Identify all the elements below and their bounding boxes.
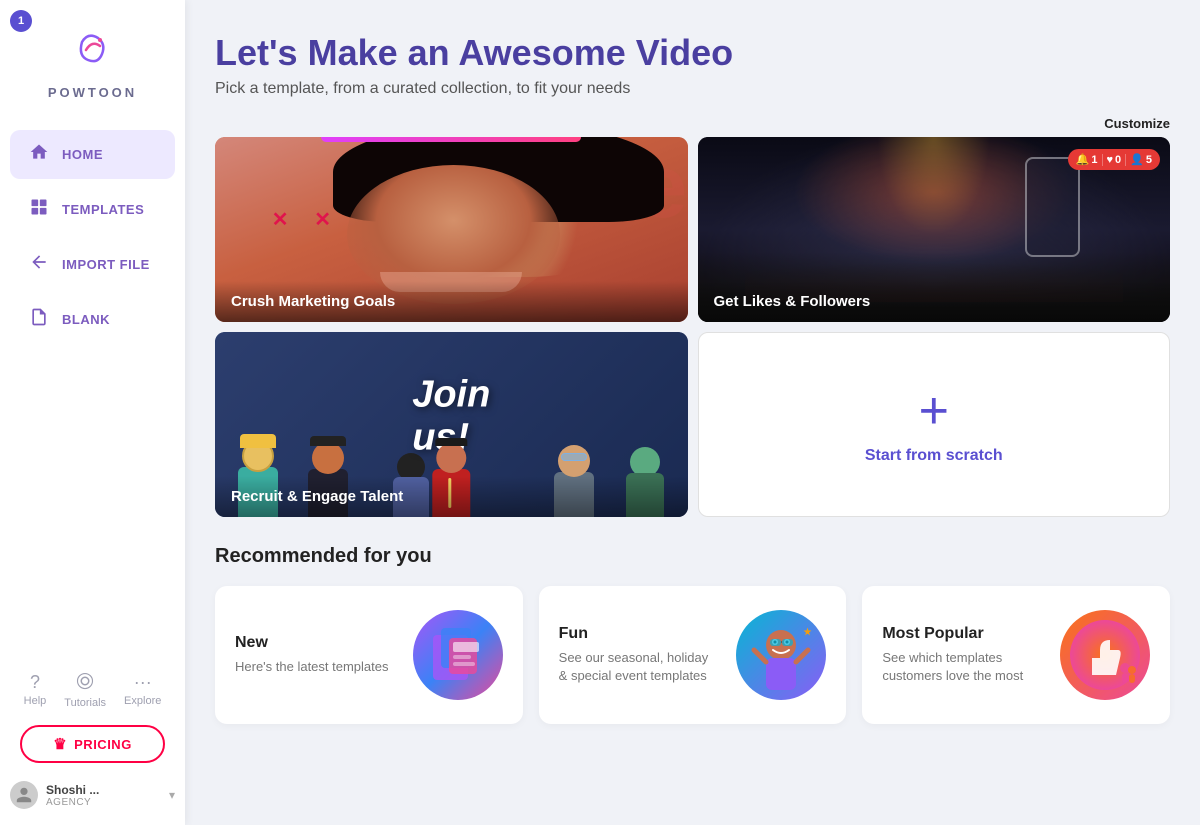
customize-link[interactable]: Customize (1104, 116, 1170, 131)
reaction-followers: 👤 5 (1130, 153, 1152, 166)
user-info: Shoshi ... AGENCY (46, 783, 161, 808)
recommended-title: Recommended for you (215, 545, 1170, 568)
chevron-down-icon: ▾ (169, 788, 175, 802)
rec-image-new (413, 610, 503, 700)
avatar (10, 781, 38, 809)
sidebar-item-import[interactable]: IMPORT FILE (10, 240, 175, 289)
customize-row: Customize (215, 116, 1170, 131)
template-card-likes[interactable]: 🔔 1 ♥ 0 👤 5 Get Likes & Followers (698, 137, 1171, 322)
recommended-grid: New Here's the latest templates Fun See (215, 586, 1170, 724)
help-label: Help (24, 695, 47, 707)
rec-card-popular[interactable]: Most Popular See which templates custome… (862, 586, 1170, 724)
explore-label: Explore (124, 695, 161, 707)
rec-desc-new: Here's the latest templates (235, 658, 397, 676)
notification-badge[interactable]: 1 (10, 10, 32, 32)
sidebar: POWTOON HOME TEMPLATES IMPORT FILE (0, 0, 185, 825)
rec-image-fun (736, 610, 826, 700)
sidebar-item-templates[interactable]: TEMPLATES (10, 185, 175, 234)
explore-icon: ··· (134, 672, 152, 693)
logo-icon (66, 22, 120, 81)
pricing-button[interactable]: ♛ PRICING (20, 725, 165, 763)
home-icon (28, 142, 50, 167)
rec-title-popular: Most Popular (882, 625, 1044, 643)
reaction-hearts: ♥ 0 (1107, 154, 1122, 166)
pricing-label: PRICING (74, 737, 132, 752)
help-row: ? Help Tutorials ··· Explore (24, 672, 162, 709)
main-content: Let's Make an Awesome Video Pick a templ… (185, 0, 1200, 825)
rec-image-popular (1060, 610, 1150, 700)
sidebar-item-home[interactable]: HOME (10, 130, 175, 179)
rec-title-fun: Fun (559, 625, 721, 643)
tutorials-icon (76, 672, 94, 695)
scratch-label: Start from scratch (865, 447, 1003, 465)
template-card-crush[interactable]: Sale ✕ ✕ Crush Marketing Goals (215, 137, 688, 322)
scratch-plus-icon: + (919, 385, 949, 437)
rec-content-new: New Here's the latest templates (235, 634, 397, 676)
card-likes-label: Get Likes & Followers (698, 281, 1171, 322)
rec-title-new: New (235, 634, 397, 652)
tutorials-label: Tutorials (64, 697, 106, 709)
page-subtitle: Pick a template, from a curated collecti… (215, 80, 1170, 98)
blank-icon (28, 307, 50, 332)
sidebar-item-blank[interactable]: BLANK (10, 295, 175, 344)
help-button[interactable]: ? Help (24, 672, 47, 707)
card-recruit-label: Recruit & Engage Talent (215, 476, 688, 517)
crown-icon: ♛ (53, 735, 67, 753)
help-icon: ? (30, 672, 40, 693)
templates-icon (28, 197, 50, 222)
page-title: Let's Make an Awesome Video (215, 32, 1170, 74)
logo-text: POWTOON (48, 85, 137, 100)
card-crush-label: Crush Marketing Goals (215, 281, 688, 322)
tutorials-button[interactable]: Tutorials (64, 672, 106, 709)
user-role: AGENCY (46, 797, 161, 808)
rec-desc-fun: See our seasonal, holiday & special even… (559, 649, 721, 685)
rec-card-fun[interactable]: Fun See our seasonal, holiday & special … (539, 586, 847, 724)
user-name: Shoshi ... (46, 783, 161, 797)
rec-desc-popular: See which templates customers love the m… (882, 649, 1044, 685)
template-grid: Sale ✕ ✕ Crush Marketing Goals (215, 137, 1170, 517)
reaction-likes: 🔔 1 (1076, 153, 1098, 166)
nav-items: HOME TEMPLATES IMPORT FILE BLANK (0, 118, 185, 662)
explore-button[interactable]: ··· Explore (124, 672, 161, 707)
reaction-bar: 🔔 1 ♥ 0 👤 5 (1068, 149, 1160, 170)
user-row[interactable]: Shoshi ... AGENCY ▾ (0, 773, 185, 817)
template-card-recruit[interactable]: Joinus! (215, 332, 688, 517)
rec-content-fun: Fun See our seasonal, holiday & special … (559, 625, 721, 685)
rec-card-new[interactable]: New Here's the latest templates (215, 586, 523, 724)
import-icon (28, 252, 50, 277)
rec-content-popular: Most Popular See which templates custome… (882, 625, 1044, 685)
sidebar-bottom: ? Help Tutorials ··· Explore ♛ PRICING (0, 662, 185, 825)
template-card-scratch[interactable]: + Start from scratch (698, 332, 1171, 517)
